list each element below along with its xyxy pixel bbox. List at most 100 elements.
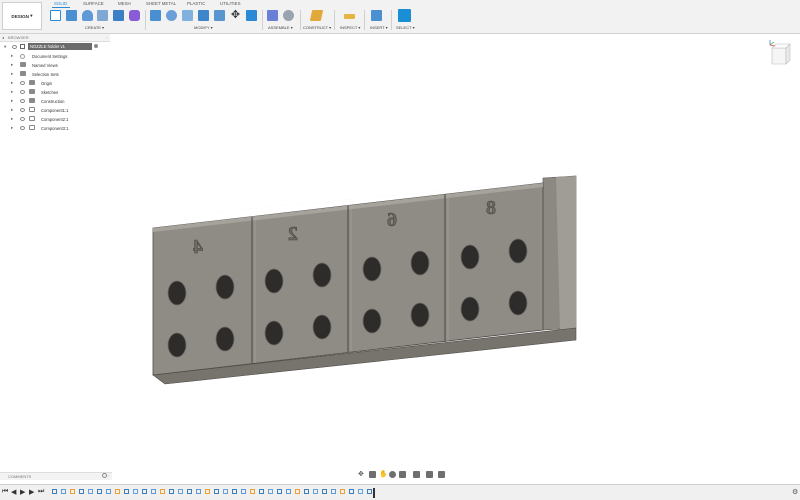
assemble-menu[interactable]: ASSEMBLE ▾ (268, 25, 293, 30)
timeline-feature-icon[interactable] (295, 489, 300, 494)
fillet-icon[interactable] (166, 10, 177, 21)
root-component-label[interactable]: NOZZLE holder v1 (28, 43, 92, 50)
orbit-icon[interactable]: ✥ (358, 471, 365, 478)
create-sketch-icon[interactable] (50, 10, 61, 21)
tab-plastic[interactable]: PLASTIC (187, 1, 205, 6)
timeline-feature-icon[interactable] (367, 489, 372, 494)
timeline-feature-icon[interactable] (61, 489, 66, 494)
display-settings-icon[interactable] (413, 471, 420, 478)
align-icon[interactable] (246, 10, 257, 21)
timeline-feature-icon[interactable] (196, 489, 201, 494)
timeline-feature-icon[interactable] (133, 489, 138, 494)
measure-icon[interactable] (344, 14, 355, 19)
nozzle-holder-model[interactable]: 4 2 6 8 (135, 172, 585, 392)
timeline-feature-icon[interactable] (142, 489, 147, 494)
viewcube[interactable] (766, 40, 792, 70)
collapse-icon[interactable]: ◂ (2, 35, 4, 40)
timeline-feature-icon[interactable] (304, 489, 309, 494)
step-forward-icon[interactable]: ▶ (29, 488, 34, 496)
timeline-feature-icon[interactable] (169, 489, 174, 494)
timeline-feature-icon[interactable] (205, 489, 210, 494)
select-menu[interactable]: SELECT ▾ (396, 25, 415, 30)
timeline-feature-icon[interactable] (214, 489, 219, 494)
timeline-feature-icon[interactable] (223, 489, 228, 494)
go-to-end-icon[interactable]: ⏭ (38, 488, 44, 496)
timeline-feature-icon[interactable] (70, 489, 75, 494)
timeline-feature-icon[interactable] (277, 489, 282, 494)
inspect-menu[interactable]: INSPECT ▾ (340, 25, 360, 30)
browser-item[interactable]: ▸ Document Settings (0, 52, 110, 61)
tab-surface[interactable]: SURFACE (83, 1, 104, 6)
expand-arrow-icon[interactable]: ▸ (11, 125, 13, 131)
shell-icon[interactable] (198, 10, 209, 21)
browser-header[interactable]: ◂ BROWSER ▫ (0, 34, 110, 42)
expand-arrow-icon[interactable]: ▸ (11, 62, 13, 68)
tab-utilities[interactable]: UTILITIES (220, 1, 241, 6)
offset-plane-icon[interactable] (309, 10, 324, 21)
timeline-feature-icon[interactable] (358, 489, 363, 494)
create-menu[interactable]: CREATE ▾ (85, 25, 104, 30)
browser-item[interactable]: ▸ Component2:1 (0, 115, 110, 124)
expand-arrow-icon[interactable]: ▸ (11, 80, 13, 86)
browser-item[interactable]: ▸ Origin (0, 79, 110, 88)
expand-arrow-icon[interactable]: ▸ (11, 98, 13, 104)
create-form-icon[interactable] (129, 10, 140, 21)
timeline-feature-icon[interactable] (115, 489, 120, 494)
timeline-feature-icon[interactable] (313, 489, 318, 494)
timeline-settings-icon[interactable]: ⚙ (792, 488, 798, 496)
pan-icon[interactable]: ✋ (379, 471, 388, 478)
timeline-feature-icon[interactable] (88, 489, 93, 494)
visibility-eye-icon[interactable] (20, 81, 25, 85)
timeline-marker[interactable] (373, 488, 375, 498)
visibility-eye-icon[interactable] (12, 45, 17, 49)
step-back-icon[interactable]: ◀ (11, 488, 16, 496)
add-comment-icon[interactable] (102, 473, 107, 478)
timeline-feature-icon[interactable] (178, 489, 183, 494)
pin-icon[interactable]: ▫ (106, 35, 107, 40)
grid-settings-icon[interactable] (426, 471, 433, 478)
move-copy-icon[interactable]: ✥ (230, 10, 241, 21)
timeline-feature-icon[interactable] (124, 489, 129, 494)
loft-icon[interactable] (113, 10, 124, 21)
timeline-feature-icon[interactable] (250, 489, 255, 494)
browser-item[interactable]: ▸ Component1:1 (0, 106, 110, 115)
timeline-feature-icon[interactable] (151, 489, 156, 494)
timeline-feature-icon[interactable] (259, 489, 264, 494)
insert-menu[interactable]: INSERT ▾ (370, 25, 388, 30)
browser-item[interactable]: ▸ Selection Sets (0, 70, 110, 79)
visibility-eye-icon[interactable] (20, 99, 25, 103)
timeline-feature-icon[interactable] (187, 489, 192, 494)
browser-item[interactable]: ▸ Sketches (0, 88, 110, 97)
play-icon[interactable]: ▶ (20, 488, 25, 496)
active-radio-icon[interactable] (94, 44, 98, 48)
visibility-eye-icon[interactable] (20, 117, 25, 121)
timeline-feature-icon[interactable] (340, 489, 345, 494)
look-at-icon[interactable] (369, 471, 376, 478)
fit-icon[interactable] (399, 471, 406, 478)
browser-item[interactable]: ▸ Component3:1 (0, 124, 110, 133)
select-icon[interactable] (398, 9, 411, 22)
press-pull-icon[interactable] (150, 10, 161, 21)
revolve-icon[interactable] (82, 10, 93, 21)
zoom-icon[interactable] (389, 471, 396, 478)
expand-arrow-icon[interactable]: ▾ (4, 44, 6, 50)
combine-icon[interactable] (214, 10, 225, 21)
timeline-feature-icon[interactable] (79, 489, 84, 494)
visibility-eye-icon[interactable] (20, 126, 25, 130)
expand-arrow-icon[interactable]: ▸ (11, 107, 13, 113)
browser-root-row[interactable]: ▾ NOZZLE holder v1 (0, 43, 110, 52)
expand-arrow-icon[interactable]: ▸ (11, 53, 13, 59)
timeline-feature-icon[interactable] (331, 489, 336, 494)
sweep-icon[interactable] (97, 10, 108, 21)
joint-icon[interactable] (283, 10, 294, 21)
visibility-eye-icon[interactable] (20, 108, 25, 112)
timeline-feature-icon[interactable] (160, 489, 165, 494)
construct-menu[interactable]: CONSTRUCT ▾ (303, 25, 331, 30)
timeline-feature-icon[interactable] (286, 489, 291, 494)
modify-menu[interactable]: MODIFY ▾ (194, 25, 213, 30)
tab-solid[interactable]: SOLID (54, 1, 67, 6)
browser-item[interactable]: ▸ Construction (0, 97, 110, 106)
tab-mesh[interactable]: MESH (118, 1, 131, 6)
viewports-icon[interactable] (438, 471, 445, 478)
timeline-feature-icon[interactable] (232, 489, 237, 494)
